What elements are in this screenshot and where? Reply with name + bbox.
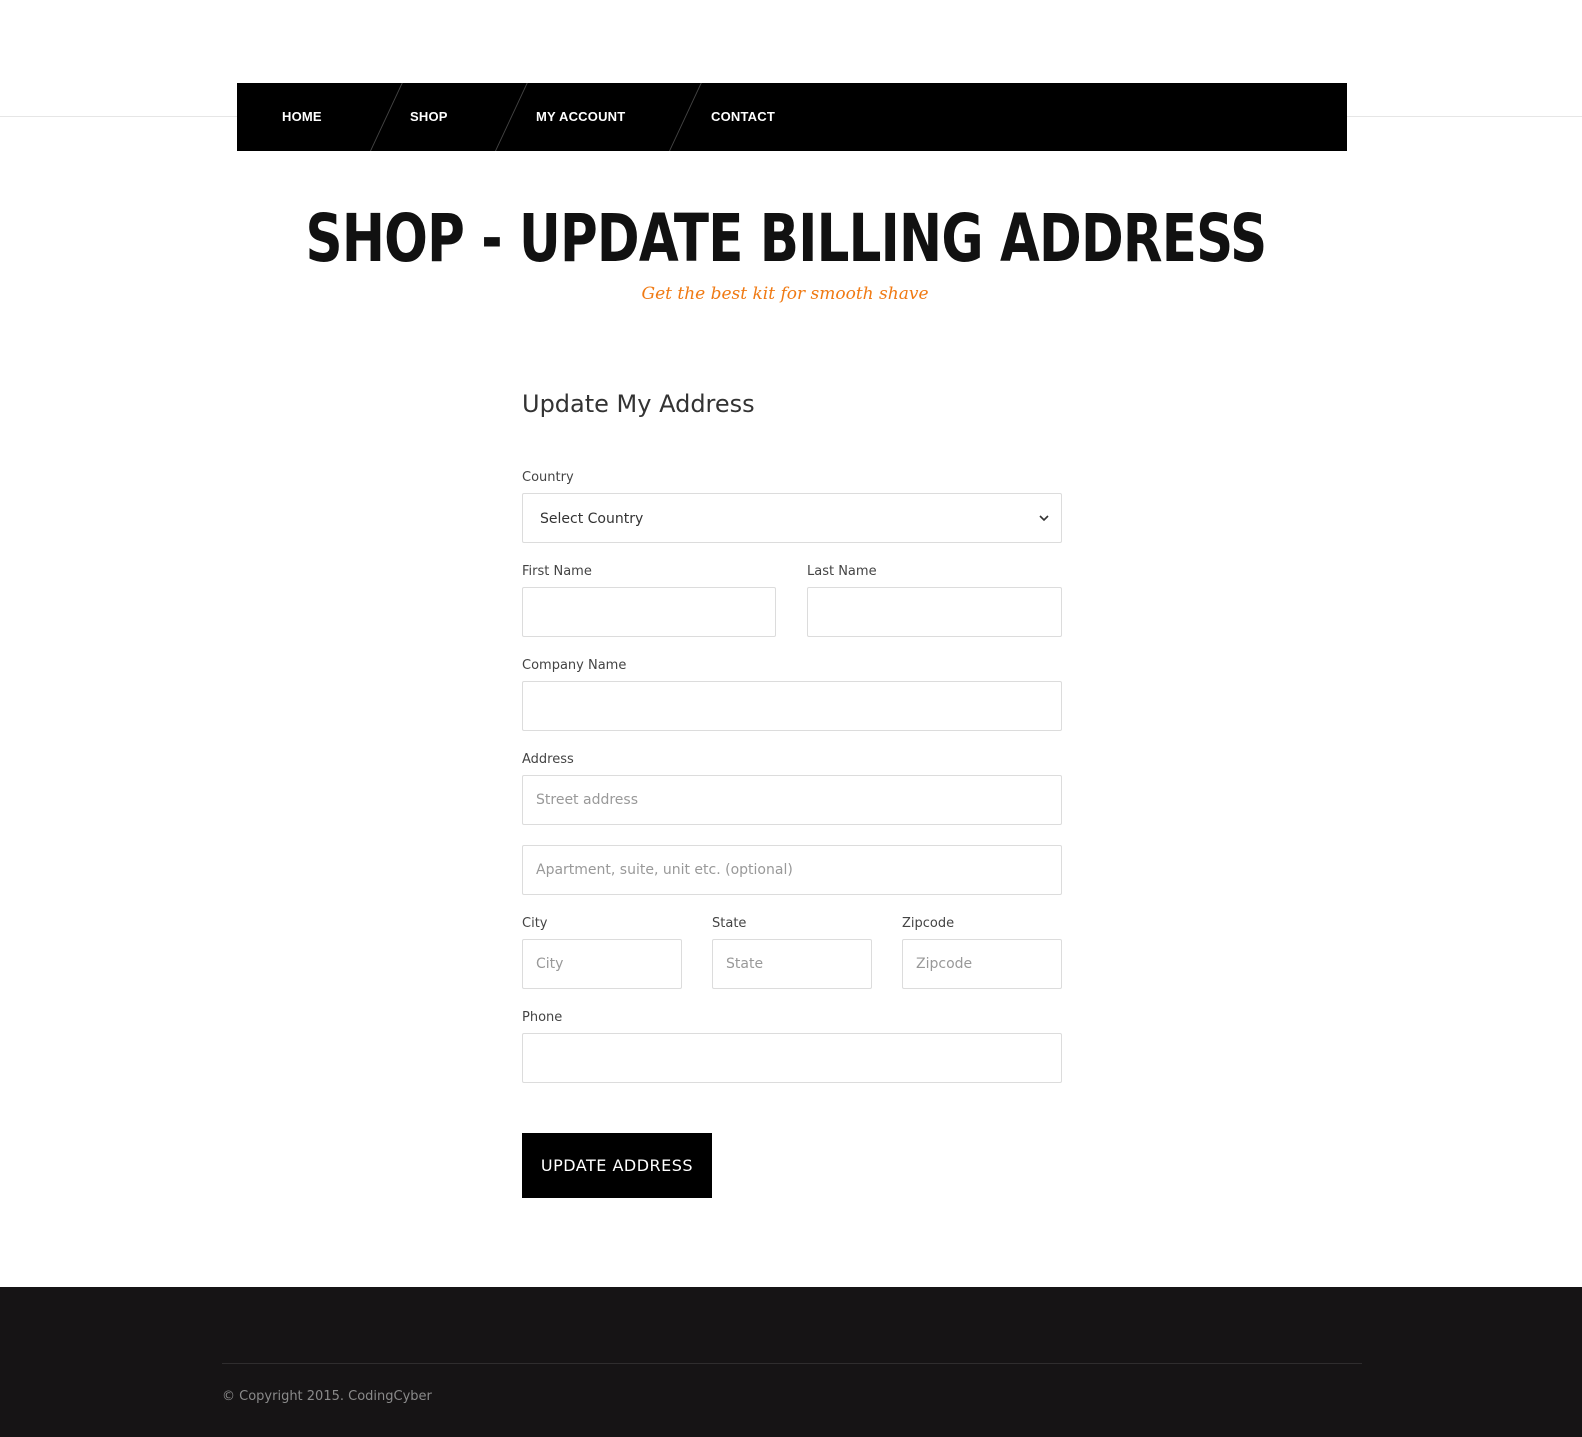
country-select[interactable]: Select Country <box>522 493 1062 543</box>
first-name-label: First Name <box>522 564 592 579</box>
footer: © Copyright 2015. CodingCyber <box>0 1287 1582 1437</box>
nav-item-my-account[interactable]: MY ACCOUNT <box>536 83 625 151</box>
company-name-label: Company Name <box>522 658 627 673</box>
nav-item-contact[interactable]: CONTACT <box>711 83 775 151</box>
address-label: Address <box>522 752 574 767</box>
phone-field[interactable] <box>522 1033 1062 1083</box>
phone-label: Phone <box>522 1010 563 1025</box>
zipcode-label: Zipcode <box>902 916 955 931</box>
state-label: State <box>712 916 747 931</box>
first-name-field[interactable] <box>522 587 776 637</box>
zipcode-field[interactable] <box>902 939 1062 989</box>
chevron-down-icon <box>1039 515 1049 522</box>
street-address-field[interactable] <box>522 775 1062 825</box>
last-name-label: Last Name <box>807 564 877 579</box>
footer-divider <box>222 1363 1362 1364</box>
copyright-text: © Copyright 2015. CodingCyber <box>222 1389 432 1404</box>
city-field[interactable] <box>522 939 682 989</box>
form-heading: Update My Address <box>522 390 755 418</box>
nav-separator <box>669 83 702 151</box>
country-select-value: Select Country <box>540 511 644 527</box>
page-subtitle: Get the best kit for smooth shave <box>641 284 929 304</box>
city-label: City <box>522 916 548 931</box>
nav-separator <box>495 83 528 151</box>
nav-item-home[interactable]: HOME <box>282 83 322 151</box>
country-label: Country <box>522 470 574 485</box>
nav-separator <box>370 83 403 151</box>
apartment-field[interactable] <box>522 845 1062 895</box>
nav-item-shop[interactable]: SHOP <box>410 83 448 151</box>
main-navbar: HOME SHOP MY ACCOUNT CONTACT 1 <box>237 83 1347 151</box>
page-title: SHOP - UPDATE BILLING ADDRESS <box>305 200 1268 277</box>
last-name-field[interactable] <box>807 587 1062 637</box>
state-field[interactable] <box>712 939 872 989</box>
company-name-field[interactable] <box>522 681 1062 731</box>
update-address-button[interactable]: UPDATE ADDRESS <box>522 1133 712 1198</box>
